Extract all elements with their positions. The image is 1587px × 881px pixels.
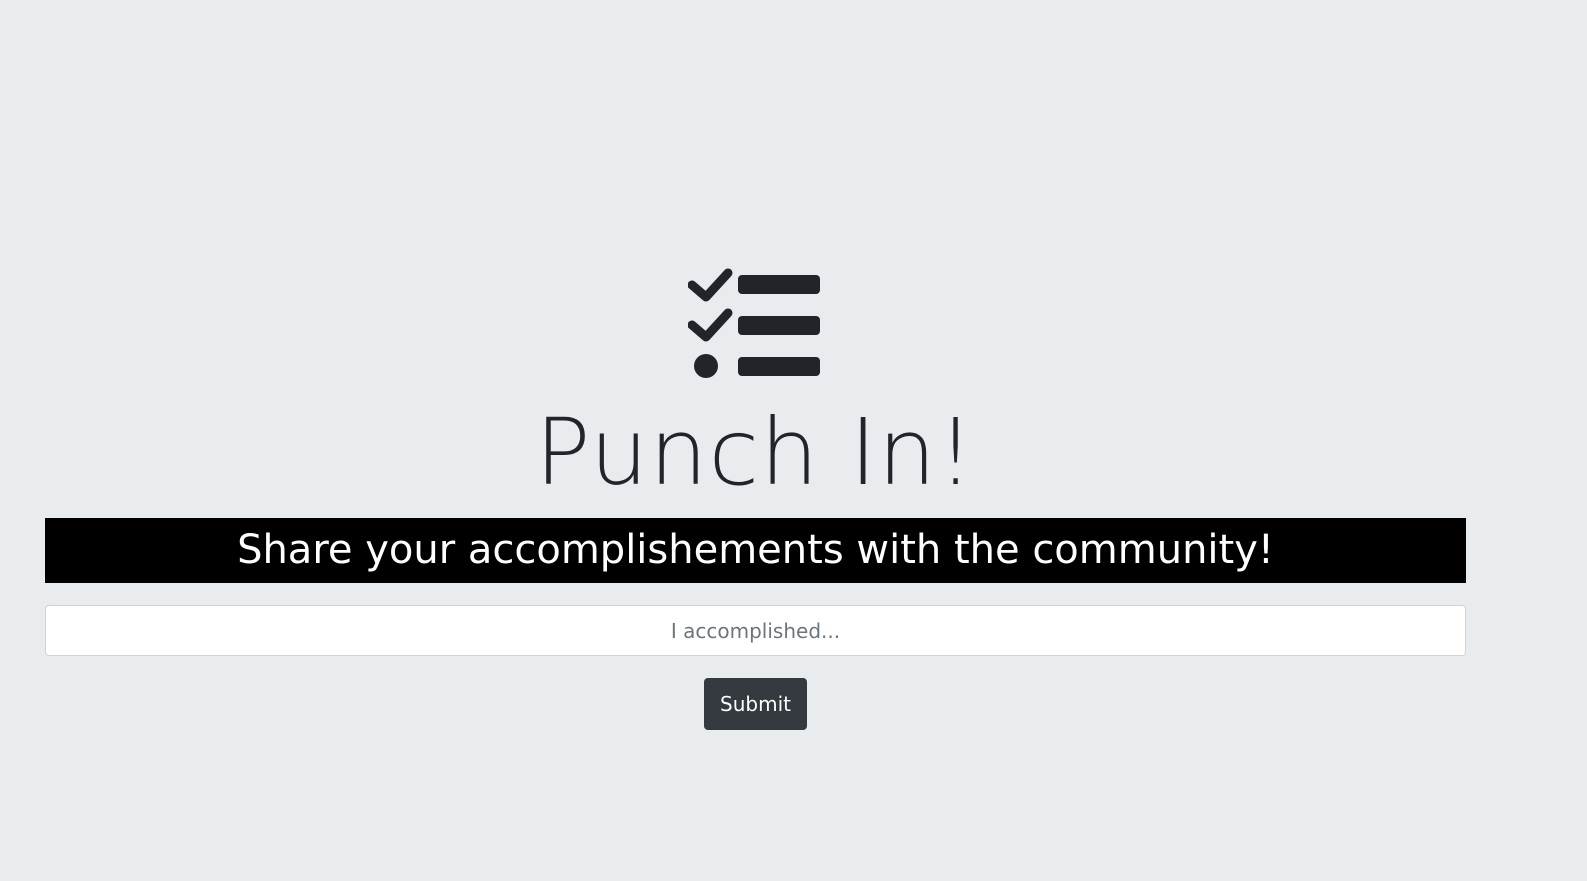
page: Punch In! Share your accomplishements wi… <box>0 0 1587 881</box>
tasks-checklist-icon <box>687 268 824 380</box>
accomplishment-input[interactable] <box>45 605 1466 656</box>
submit-button[interactable]: Submit <box>704 678 807 730</box>
community-banner: Share your accomplishements with the com… <box>45 518 1466 583</box>
page-title: Punch In! <box>535 399 975 506</box>
